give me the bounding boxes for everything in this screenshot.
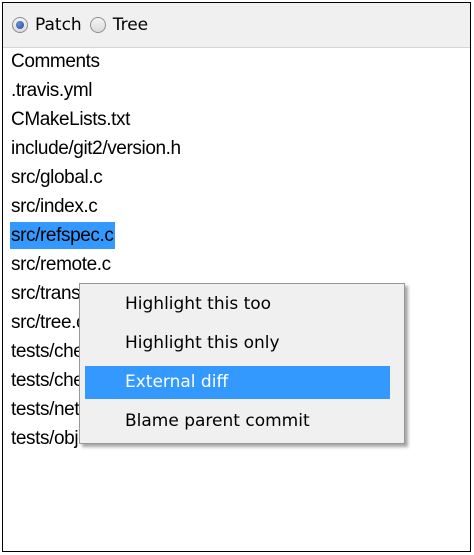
tree-radio-button[interactable] bbox=[89, 17, 106, 33]
menu-item-blame-parent-commit[interactable]: Blame parent commit bbox=[85, 405, 390, 438]
radio-checked-dot-icon bbox=[16, 21, 24, 29]
file-name: src/global.c bbox=[11, 167, 103, 188]
file-list-item[interactable]: src/index.c bbox=[10, 192, 470, 221]
file-list-item[interactable]: src/remote.c bbox=[10, 250, 470, 279]
file-list-item[interactable]: include/git2/version.h bbox=[10, 134, 470, 163]
commit-detail-panel: Patch Tree Comments .travis.yml CMakeLis… bbox=[2, 2, 471, 552]
patch-radio-option[interactable]: Patch bbox=[12, 15, 82, 35]
menu-item-highlight-this-too[interactable]: Highlight this too bbox=[85, 288, 390, 321]
file-context-menu: Highlight this too Highlight this only E… bbox=[79, 283, 405, 444]
patch-radio-button[interactable] bbox=[12, 17, 28, 33]
patch-radio-label[interactable]: Patch bbox=[35, 15, 82, 35]
file-list-item[interactable]: .travis.yml bbox=[10, 76, 470, 105]
file-list-item-selected[interactable]: src/refspec.c bbox=[10, 221, 470, 250]
file-name: include/git2/version.h bbox=[11, 138, 181, 159]
tree-radio-label[interactable]: Tree bbox=[113, 15, 148, 35]
file-name: Comments bbox=[11, 51, 100, 72]
file-name: src/tree.c bbox=[11, 312, 86, 333]
file-name: .travis.yml bbox=[11, 80, 93, 101]
file-name: src/index.c bbox=[11, 196, 98, 217]
file-list-item[interactable]: CMakeLists.txt bbox=[10, 105, 470, 134]
tree-radio-option[interactable]: Tree bbox=[89, 15, 148, 35]
file-name: src/remote.c bbox=[11, 254, 111, 275]
menu-item-highlight-this-only[interactable]: Highlight this only bbox=[85, 327, 390, 360]
file-name: CMakeLists.txt bbox=[11, 109, 130, 130]
file-list-item[interactable]: src/global.c bbox=[10, 163, 470, 192]
file-list-item[interactable]: Comments bbox=[10, 47, 470, 76]
view-mode-toolbar: Patch Tree bbox=[3, 3, 470, 48]
file-name: src/refspec.c bbox=[10, 222, 115, 249]
menu-item-external-diff[interactable]: External diff bbox=[85, 366, 390, 399]
